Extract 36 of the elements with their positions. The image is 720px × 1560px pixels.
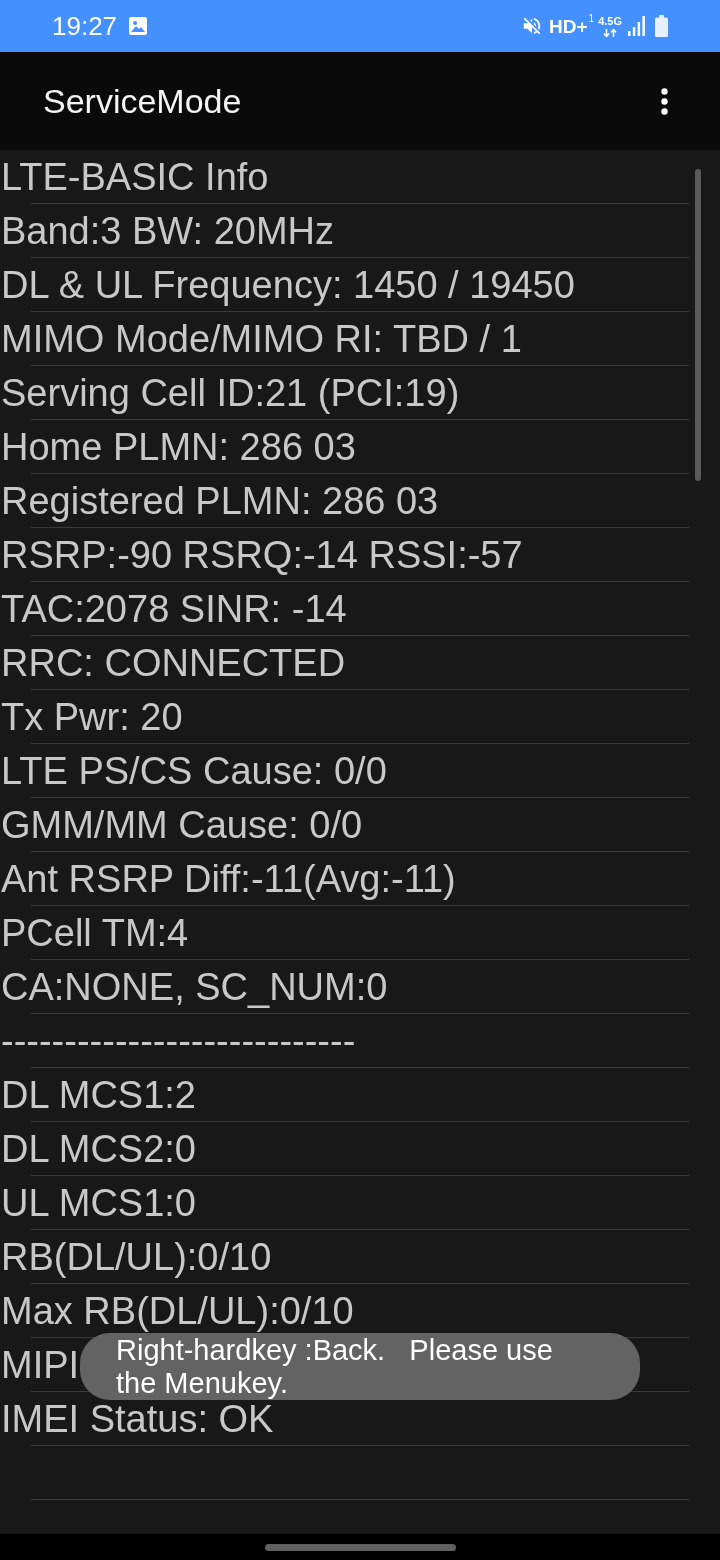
info-row-text: IMEI Status: OK bbox=[1, 1399, 274, 1438]
info-row-text: Home PLMN: 286 03 bbox=[1, 427, 356, 466]
hd-voice-label: HD+ bbox=[549, 16, 588, 36]
info-row-text: UL MCS1:0 bbox=[1, 1183, 196, 1222]
network-type-label: 4.5G bbox=[598, 15, 622, 27]
info-row-text: GMM/MM Cause: 0/0 bbox=[1, 805, 363, 844]
sim-slot-label: 1 bbox=[588, 13, 595, 24]
info-row-text: TAC:2078 SINR: -14 bbox=[1, 589, 347, 628]
info-row-text: DL MCS1:2 bbox=[1, 1075, 196, 1114]
app-title: ServiceMode bbox=[43, 84, 242, 118]
signal-bars-icon bbox=[628, 16, 645, 36]
info-row-text: RSRP:-90 RSRQ:-14 RSSI:-57 bbox=[1, 535, 523, 574]
info-row-text: Serving Cell ID:21 (PCI:19) bbox=[1, 373, 460, 412]
toast-message: Right-hardkey :Back. Please use the Menukey. bbox=[116, 1333, 554, 1400]
more-options-icon bbox=[660, 87, 668, 115]
info-row-text: CA:NONE, SC_NUM:0 bbox=[1, 967, 388, 1006]
home-handle[interactable] bbox=[264, 1543, 456, 1551]
info-row-text: Tx Pwr: 20 bbox=[1, 697, 183, 736]
info-row-text: MIPI bbox=[1, 1345, 80, 1384]
image-icon bbox=[128, 16, 149, 36]
info-row-text: LTE-BASIC Info bbox=[1, 157, 269, 196]
info-row-text: ---------------------------- bbox=[1, 1021, 356, 1060]
info-row-text: RB(DL/UL):0/10 bbox=[1, 1237, 272, 1276]
battery-icon bbox=[655, 15, 668, 37]
status-time: 19:27 bbox=[52, 13, 118, 39]
info-row-text: LTE PS/CS Cause: 0/0 bbox=[1, 751, 387, 790]
info-row-text: DL MCS2:0 bbox=[1, 1129, 196, 1168]
info-row-text: Registered PLMN: 286 03 bbox=[1, 481, 439, 520]
info-row-text: Max RB(DL/UL):0/10 bbox=[1, 1291, 354, 1330]
info-row-text: Band:3 BW: 20MHz bbox=[1, 211, 334, 250]
info-row-text: Ant RSRP Diff:-11(Avg:-11) bbox=[1, 859, 456, 898]
info-row-text: DL & UL Frequency: 1450 / 19450 bbox=[1, 265, 575, 304]
info-row-text: RRC: CONNECTED bbox=[1, 643, 346, 682]
data-arrows-icon bbox=[603, 28, 618, 37]
info-row-text: PCell TM:4 bbox=[1, 913, 189, 952]
info-row-text: MIMO Mode/MIMO RI: TBD / 1 bbox=[1, 319, 522, 358]
